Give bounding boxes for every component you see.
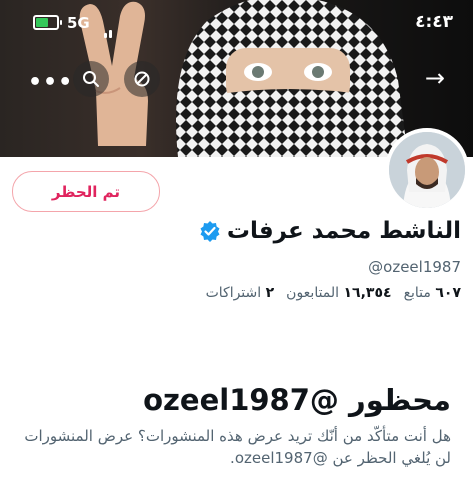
network-label: 5G xyxy=(67,14,90,32)
blocked-button[interactable]: تم الحظر xyxy=(12,171,160,212)
subscriptions-count: ٢ xyxy=(265,285,275,301)
search-button[interactable] xyxy=(73,61,109,97)
profile-handle: @ozeel1987 xyxy=(368,258,461,276)
battery-icon xyxy=(33,15,62,30)
status-bar: 5G ٤:٤٣ xyxy=(0,0,473,40)
arrow-right-icon[interactable]: → xyxy=(425,64,445,92)
following-count: ٦٠٧ xyxy=(435,285,461,301)
profile-stats: ٦٠٧ متابع ١٦,٣٥٤ المتابعون ٢ اشتراكات xyxy=(206,285,461,301)
followers-count: ١٦,٣٥٤ xyxy=(343,285,392,301)
blocked-indicator-button[interactable] xyxy=(124,61,160,97)
following-stat[interactable]: ٦٠٧ متابع xyxy=(404,285,461,301)
subscriptions-stat[interactable]: ٢ اشتراكات xyxy=(206,285,275,301)
profile-name-row: الناشط محمد عرفات xyxy=(199,218,461,244)
profile-name: الناشط محمد عرفات xyxy=(226,218,461,244)
following-label: متابع xyxy=(403,285,431,301)
avatar[interactable] xyxy=(385,128,469,212)
more-dots-icon[interactable]: ••• xyxy=(28,70,73,95)
avatar-image xyxy=(389,132,465,208)
blocked-notice-title: محظور @ozeel1987 xyxy=(143,383,451,417)
followers-label: المتابعون xyxy=(286,285,340,301)
subscriptions-label: اشتراكات xyxy=(205,285,262,301)
blocked-notice-message: هل أنت متأكّد من أنّك تريد عرض هذه المنش… xyxy=(24,427,451,467)
signal-bars-icon xyxy=(104,19,114,38)
status-time: ٤:٤٣ xyxy=(415,12,453,32)
followers-stat[interactable]: ١٦,٣٥٤ المتابعون xyxy=(286,285,391,301)
blocked-circle-icon xyxy=(134,71,150,87)
search-icon xyxy=(83,71,99,87)
verified-badge-icon[interactable] xyxy=(199,220,221,242)
